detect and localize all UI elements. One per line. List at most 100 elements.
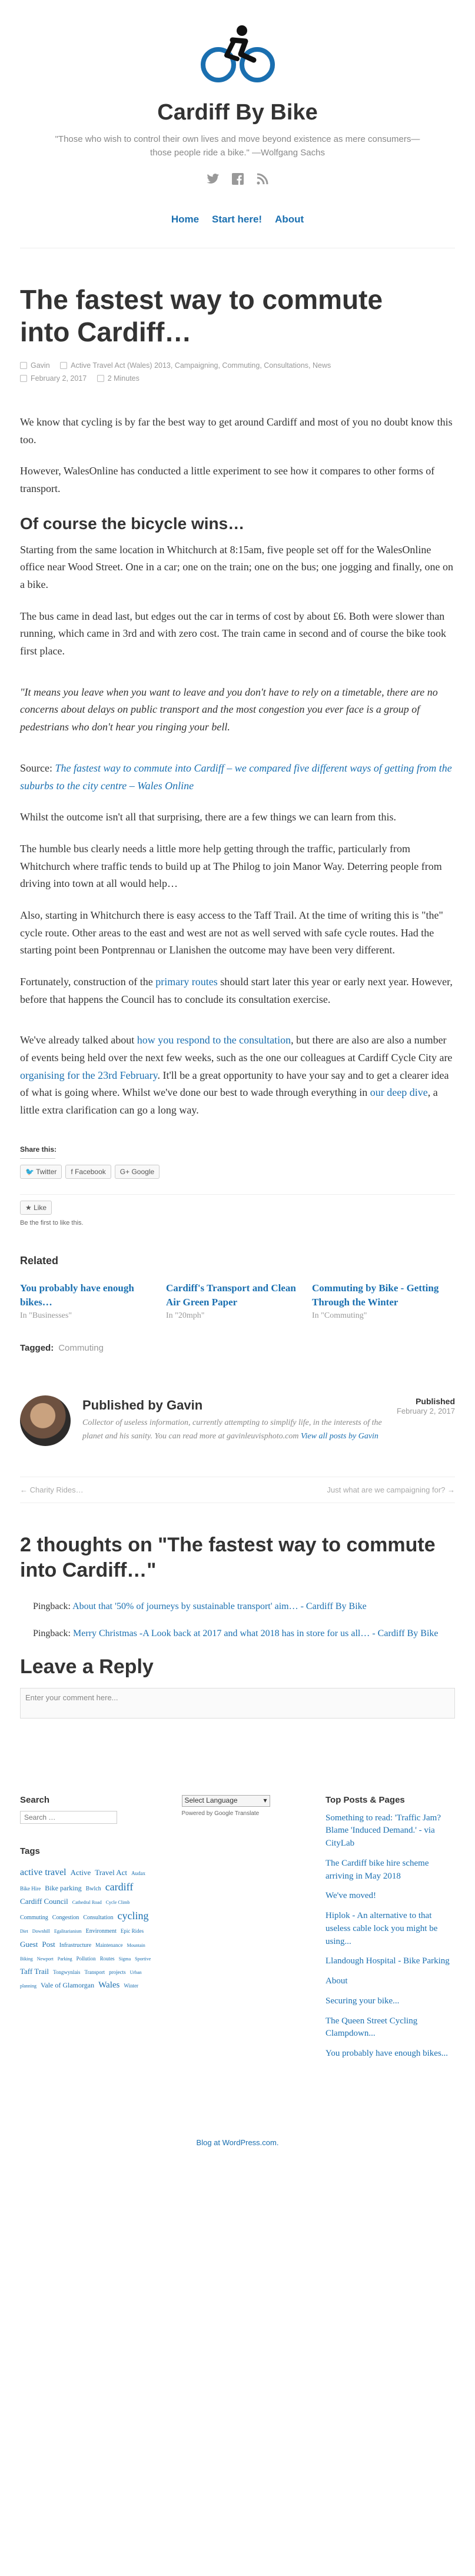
post-paragraph: Starting from the same location in Whitc… <box>20 543 454 590</box>
tag-cloud-link[interactable]: Bike Hire <box>20 1886 41 1892</box>
tag-link[interactable]: Commuting <box>58 1343 104 1353</box>
nav-start-here[interactable]: Start here! <box>212 214 262 225</box>
tag-cloud-link[interactable]: Downhill <box>32 1929 50 1934</box>
nav-home[interactable]: Home <box>171 214 199 225</box>
tag-cloud-link[interactable]: Sportive <box>135 1956 151 1962</box>
event-link[interactable]: organising for the 23rd February <box>20 1069 157 1081</box>
share-facebook-button[interactable]: f Facebook <box>65 1164 111 1179</box>
related-link[interactable]: Cardiff's Transport and Clean Air Green … <box>166 1281 297 1309</box>
previous-post-link[interactable]: ← Charity Rides… <box>20 1485 84 1494</box>
tag-cloud-link[interactable]: Congestion <box>52 1914 79 1921</box>
tag-cloud-link[interactable]: Active <box>71 1868 91 1877</box>
top-post-link[interactable]: You probably have enough bikes... <box>325 2049 448 2058</box>
footer-credit-link[interactable]: Blog at WordPress.com. <box>197 2138 279 2147</box>
top-post-link[interactable]: Securing your bike... <box>325 1996 399 2006</box>
pingback-link[interactable]: Merry Christmas -A Look back at 2017 and… <box>73 1628 438 1638</box>
primary-routes-link[interactable]: primary routes <box>155 976 217 988</box>
tag-cloud-link[interactable]: cycling <box>117 1910 148 1922</box>
tag-cloud-link[interactable]: Guest <box>20 1940 38 1949</box>
tag-cloud-link[interactable]: Environment <box>86 1928 117 1935</box>
top-post-link[interactable]: About <box>325 1976 348 1986</box>
top-post-link[interactable]: Hiplok - An alternative to that useless … <box>325 1911 437 1946</box>
tag-cloud-link[interactable]: Commuting <box>20 1914 48 1921</box>
post-navigation: ← Charity Rides… Just what are we campai… <box>20 1477 456 1504</box>
tag-cloud-link[interactable]: Consultation <box>83 1914 113 1921</box>
post-quote: "It means you leave when you want to lea… <box>20 686 438 733</box>
tag-cloud-link[interactable]: Sigma <box>119 1956 131 1962</box>
related-link[interactable]: Commuting by Bike - Getting Through the … <box>312 1281 443 1309</box>
top-post-link[interactable]: The Queen Street Cycling Clampdown... <box>325 2016 417 2039</box>
published-label: Published <box>416 1397 455 1407</box>
post-paragraph: We've already talked about how you respo… <box>20 1034 453 1116</box>
comments-heading: 2 thoughts on "The fastest way to commut… <box>20 1534 436 1581</box>
tag-cloud-link[interactable]: Cathedral Road <box>72 1900 102 1905</box>
avatar[interactable] <box>20 1395 71 1447</box>
tag-cloud-link[interactable]: Cycle Climb <box>106 1900 130 1905</box>
tag-cloud-link[interactable]: active travel <box>20 1867 67 1877</box>
tag-cloud-link[interactable]: Taff Trail <box>20 1967 49 1976</box>
source-link[interactable]: The fastest way to commute into Cardiff … <box>20 762 452 792</box>
star-icon: ★ <box>25 1203 34 1212</box>
nav-about[interactable]: About <box>275 214 304 225</box>
top-post-link[interactable]: We've moved! <box>325 1891 376 1900</box>
list-item: Hiplok - An alternative to that useless … <box>325 1910 455 1948</box>
share-twitter-button[interactable]: 🐦 Twitter <box>20 1164 62 1179</box>
twitter-icon[interactable] <box>206 173 220 187</box>
cyclist-logo[interactable] <box>200 24 276 88</box>
site-title[interactable]: Cardiff By Bike <box>0 100 475 125</box>
tags-label: Tagged: <box>20 1343 54 1354</box>
tag-cloud-link[interactable]: Vale of Glamorgan <box>41 1981 94 1989</box>
related-link[interactable]: You probably have enough bikes… <box>20 1281 151 1309</box>
tag-cloud-link[interactable]: projects <box>109 1969 126 1975</box>
main-content: The fastest way to commute into Cardiff…… <box>0 284 475 1719</box>
pingback-item: Pingback: About that '50% of journeys by… <box>20 1599 455 1614</box>
view-all-posts-link[interactable]: View all posts by Gavin <box>301 1432 378 1441</box>
tag-cloud-link[interactable]: Infrastructure <box>59 1942 91 1949</box>
tag-cloud-link[interactable]: Wales <box>98 1980 119 1990</box>
rss-icon[interactable] <box>255 173 270 187</box>
tag-cloud-link[interactable]: Pollution <box>77 1956 96 1962</box>
share-divider <box>20 1158 55 1159</box>
facebook-icon[interactable] <box>231 172 245 187</box>
consultation-link[interactable]: how you respond to the consultation <box>137 1034 291 1046</box>
tag-cloud-link[interactable]: Newport <box>37 1956 54 1962</box>
tag-cloud-link[interactable]: Travel Act <box>95 1868 127 1877</box>
folder-icon <box>60 361 68 369</box>
next-post-link[interactable]: Just what are we campaigning for? → <box>327 1485 456 1494</box>
pingback-list: Pingback: About that '50% of journeys by… <box>20 1599 455 1641</box>
tag-cloud-link[interactable]: Epic Rides <box>121 1928 144 1934</box>
tag-cloud-link[interactable]: Parking <box>58 1956 72 1962</box>
post-categories[interactable]: Active Travel Act (Wales) 2013, Campaign… <box>71 361 331 370</box>
tag-cloud-link[interactable]: Post <box>42 1940 55 1949</box>
pingback-link[interactable]: About that '50% of journeys by sustainab… <box>72 1601 367 1611</box>
tag-cloud-link[interactable]: Audax <box>131 1870 145 1876</box>
tag-cloud-link[interactable]: Maintenance <box>95 1942 122 1948</box>
comments-section: 2 thoughts on "The fastest way to commut… <box>20 1533 455 1719</box>
top-post-link[interactable]: Something to read: 'Traffic Jam? Blame '… <box>325 1813 441 1849</box>
list-item: The Cardiff bike hire scheme arriving in… <box>325 1857 455 1883</box>
search-input[interactable] <box>20 1810 117 1824</box>
social-links <box>0 172 475 187</box>
tag-cloud-link[interactable]: Winter <box>124 1983 138 1989</box>
tag-cloud-link[interactable]: Tongwynlais <box>53 1969 80 1975</box>
comment-textarea[interactable]: Enter your comment here... <box>20 1687 455 1719</box>
like-button[interactable]: ★ Like <box>20 1200 52 1215</box>
top-post-link[interactable]: Llandough Hospital - Bike Parking <box>325 1956 450 1966</box>
tag-cloud-link[interactable]: Routes <box>100 1956 115 1962</box>
share-google-button[interactable]: G+ Google <box>114 1164 160 1179</box>
tag-cloud-link[interactable]: Bwlch <box>86 1886 101 1892</box>
tag-cloud-link[interactable]: Diet <box>20 1929 28 1934</box>
post-date[interactable]: February 2, 2017 <box>31 374 87 383</box>
deep-dive-link[interactable]: our deep dive <box>370 1086 428 1098</box>
tag-cloud-link[interactable]: Cardiff Council <box>20 1897 68 1906</box>
tag-cloud-link[interactable]: Egalitarianism <box>54 1929 82 1934</box>
chevron-down-icon: ▾ <box>263 1796 267 1804</box>
language-select[interactable]: Select Language ▾ <box>181 1794 270 1807</box>
translate-credit: Powered by Google Translate <box>181 1810 260 1817</box>
tag-cloud-link[interactable]: Bike parking <box>45 1884 81 1892</box>
top-post-link[interactable]: The Cardiff bike hire scheme arriving in… <box>325 1859 429 1881</box>
widget-column-middle: Select Language ▾ Powered by Google Tran… <box>181 1794 300 2068</box>
tag-cloud-link[interactable]: Transport <box>84 1969 105 1975</box>
tag-cloud-link[interactable]: cardiff <box>105 1881 134 1893</box>
post-author[interactable]: Gavin <box>31 361 50 370</box>
